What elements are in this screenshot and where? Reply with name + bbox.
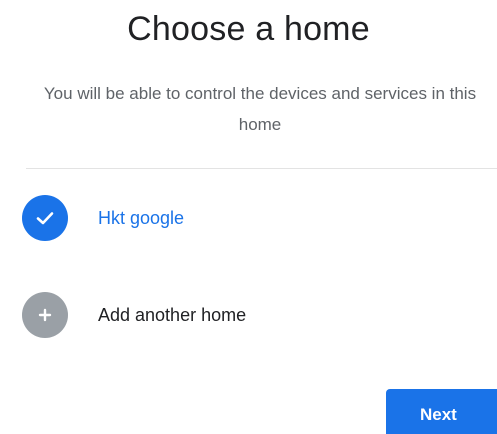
selected-check-circle <box>22 195 68 241</box>
check-icon <box>36 212 54 225</box>
add-another-home-option[interactable]: Add another home <box>22 290 246 340</box>
add-home-label: Add another home <box>98 304 247 325</box>
divider <box>26 168 497 169</box>
page-title: Choose a home <box>127 10 370 48</box>
home-option-label: Hkt google <box>98 207 185 228</box>
plus-icon <box>38 308 52 322</box>
home-option-hkt-google[interactable]: Hkt google <box>22 193 184 243</box>
choose-home-screen: Choose a home You will be able to contro… <box>0 0 497 434</box>
page-subtitle: You will be able to control the devices … <box>43 84 477 134</box>
add-circle <box>22 292 68 338</box>
next-button[interactable]: Next <box>386 389 497 434</box>
